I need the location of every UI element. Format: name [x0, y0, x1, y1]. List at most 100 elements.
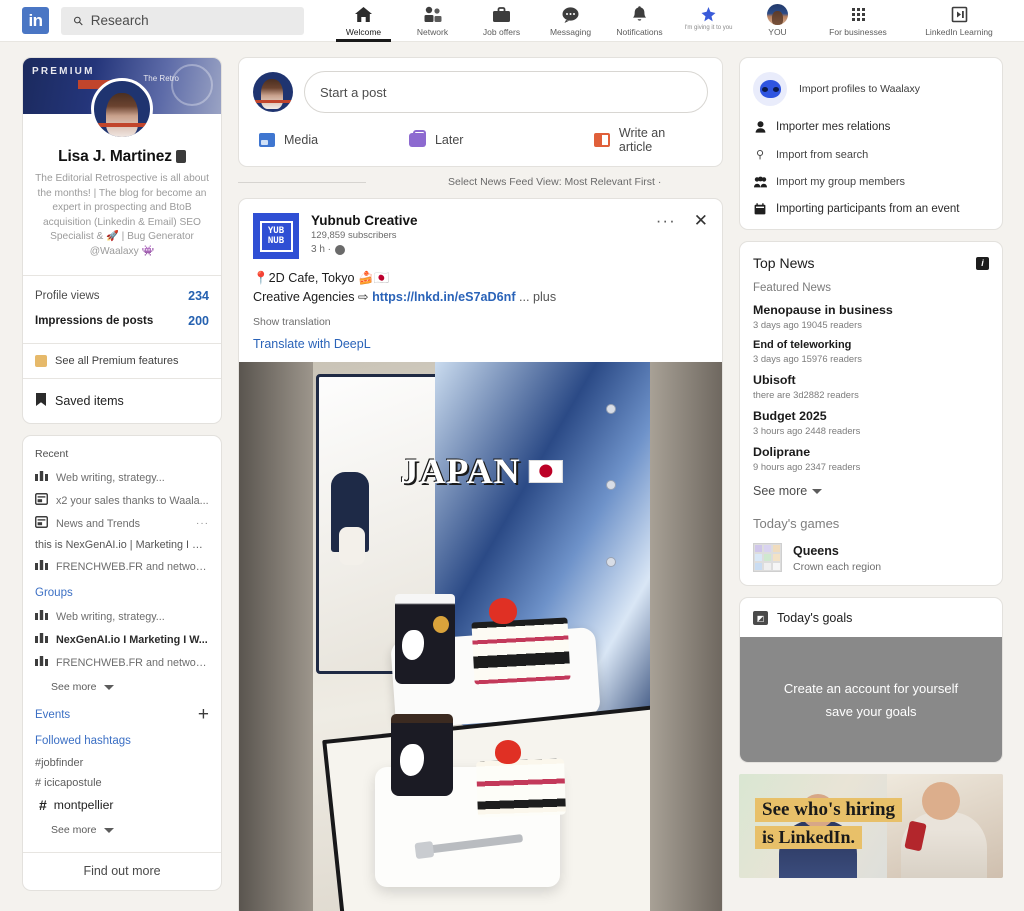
- nav-item-notifications[interactable]: Notifications: [605, 0, 674, 42]
- import-from-search-label: Import from search: [776, 148, 869, 161]
- saved-items-link[interactable]: Saved items: [23, 378, 221, 423]
- plus-icon[interactable]: +: [198, 705, 209, 724]
- post-text: 📍2D Cafe, Tokyo 🍰🇯🇵 Creative Agencies ⇨ …: [239, 259, 722, 307]
- hiring-ad-banner[interactable]: See who's hiring is LinkedIn.: [739, 774, 1003, 878]
- import-event-participants-button[interactable]: Importing participants from an event: [753, 203, 989, 215]
- media-button[interactable]: Media: [259, 126, 409, 154]
- translate-with-deepl-link[interactable]: Translate with DeepL: [239, 330, 722, 362]
- avatar: [767, 3, 788, 25]
- profile-avatar[interactable]: [91, 78, 153, 140]
- alien-icon: [753, 72, 787, 106]
- search-input[interactable]: ⚲ Research: [61, 6, 304, 35]
- recent-item[interactable]: FRENCHWEB.FR and network ...: [23, 555, 221, 578]
- nav-item-promo[interactable]: I'm giving it to you: [674, 0, 743, 42]
- nav-items: Welcome Network Job offers Messaging Not…: [329, 0, 1014, 42]
- post-author-logo[interactable]: YUB NUB: [253, 213, 299, 259]
- group-icon: [35, 655, 48, 670]
- image-content: JAPAN: [313, 362, 650, 911]
- premium-features-link[interactable]: See all Premium features: [23, 344, 221, 378]
- nav-item-network[interactable]: Network: [398, 0, 467, 42]
- cake-slice-2: [476, 758, 566, 818]
- top-news-see-more[interactable]: See more: [753, 484, 989, 498]
- group-icon: [753, 176, 767, 188]
- group-item[interactable]: Web writing, strategy...: [23, 605, 221, 628]
- import-from-search-button[interactable]: ⚲ Import from search: [753, 148, 989, 162]
- main-feed: Start a post Media Later Write an articl…: [238, 57, 723, 911]
- globe-icon: [335, 244, 346, 255]
- nav-label-job-offers: Job offers: [482, 26, 521, 37]
- see-more-label: See more: [51, 681, 97, 693]
- waalaxy-header: Import profiles to Waalaxy: [753, 72, 989, 106]
- recent-item-label: x2 your sales thanks to Waala...: [56, 494, 209, 507]
- recent-item[interactable]: News and Trends ···: [23, 512, 221, 535]
- post-text-prefix: Creative Agencies ⇨: [253, 290, 373, 304]
- nav-item-messaging[interactable]: Messaging: [536, 0, 605, 42]
- linkedin-logo[interactable]: in: [22, 7, 49, 34]
- right-sidebar: Import profiles to Waalaxy Importer mes …: [739, 57, 1003, 878]
- premium-icon: [35, 355, 47, 367]
- nav-item-job-offers[interactable]: Job offers: [467, 0, 536, 42]
- groups-title[interactable]: Groups: [23, 578, 221, 605]
- ellipsis-icon[interactable]: ···: [196, 518, 209, 529]
- group-icon: [35, 609, 48, 624]
- ellipsis-icon[interactable]: ···: [656, 212, 676, 229]
- recent-item[interactable]: x2 your sales thanks to Waala...: [23, 489, 221, 512]
- top-news-header: Top News i: [753, 255, 989, 271]
- feed-view-selector[interactable]: Select News Feed View: Most Relevant Fir…: [238, 176, 723, 188]
- post-link[interactable]: https://lnkd.in/eS7aD6nf: [372, 290, 515, 304]
- recent-item[interactable]: Web writing, strategy...: [23, 466, 221, 489]
- image-icon: [259, 133, 275, 147]
- post-text-line-1: 📍2D Cafe, Tokyo 🍰🇯🇵: [253, 271, 390, 285]
- group-icon: [35, 470, 48, 485]
- nav-item-you[interactable]: YOU: [743, 0, 812, 42]
- bell-icon: [631, 4, 648, 25]
- group-item[interactable]: NexGenAI.io I Marketing I W...: [23, 628, 221, 651]
- group-item[interactable]: FRENCHWEB.FR and network ...: [23, 651, 221, 674]
- hashtag-item[interactable]: # icicapostule: [23, 773, 221, 793]
- info-icon[interactable]: i: [976, 256, 989, 270]
- import-relations-label: Importer mes relations: [776, 121, 891, 133]
- calendar-icon: [753, 203, 767, 215]
- start-post-input[interactable]: Start a post: [304, 71, 708, 113]
- ad-line-2: is LinkedIn.: [755, 826, 863, 849]
- groups-see-more[interactable]: See more: [23, 674, 221, 702]
- events-row[interactable]: Events +: [23, 702, 221, 726]
- post-see-more[interactable]: ... plus: [516, 290, 556, 304]
- find-out-more-button[interactable]: Find out more: [23, 852, 221, 890]
- import-group-members-button[interactable]: Import my group members: [753, 176, 989, 188]
- news-item[interactable]: Ubisoft there are 3d2882 readers: [753, 373, 989, 400]
- game-queens[interactable]: Queens Crown each region: [753, 542, 989, 573]
- composer-top: Start a post: [253, 71, 708, 113]
- nav-item-linkedin-learning[interactable]: LinkedIn Learning: [904, 0, 1014, 42]
- write-article-button[interactable]: Write an article: [593, 126, 702, 154]
- events-title: Events: [35, 709, 71, 721]
- news-item[interactable]: Doliprane 9 hours ago 2347 readers: [753, 445, 989, 472]
- stat-post-impressions[interactable]: Impressions de posts 200: [35, 310, 209, 335]
- hashtag-item[interactable]: #jobfinder: [23, 753, 221, 773]
- post-text-line-2: Creative Agencies ⇨ https://lnkd.in/eS7a…: [253, 288, 708, 307]
- saved-items-label: Saved items: [55, 394, 124, 408]
- profile-name[interactable]: Lisa J. Martinez: [35, 148, 209, 166]
- post-author-name[interactable]: Yubnub Creative: [311, 213, 418, 228]
- hashtags-title[interactable]: Followed hashtags: [23, 726, 221, 753]
- news-item-title: End of teleworking: [753, 339, 852, 351]
- goals-body: Create an account for yourself save your…: [740, 637, 1002, 762]
- post-image[interactable]: JAPAN: [239, 362, 722, 911]
- hashtags-see-more[interactable]: See more: [23, 817, 221, 845]
- show-translation-link[interactable]: Show translation: [239, 307, 722, 330]
- hashtag-item-highlighted[interactable]: # montpellier: [23, 793, 221, 817]
- stat-profile-views[interactable]: Profile views 234: [35, 285, 209, 310]
- nav-item-for-businesses[interactable]: For businesses: [812, 0, 904, 42]
- later-button[interactable]: Later: [408, 126, 594, 154]
- nav-item-welcome[interactable]: Welcome: [329, 0, 398, 42]
- news-item[interactable]: Budget 2025 3 hours ago 2448 readers: [753, 409, 989, 436]
- coffee-cup-2: [391, 714, 453, 796]
- news-item[interactable]: Menopause in business 3 days ago 19045 r…: [753, 303, 989, 330]
- profile-card: PREMIUM The Retro Lisa J. Martinez The E…: [22, 57, 222, 424]
- close-icon[interactable]: ✕: [694, 212, 708, 229]
- composer-avatar[interactable]: [253, 72, 293, 112]
- recent-item[interactable]: this is NexGenAI.io | Marketing I W...: [23, 535, 221, 555]
- news-item[interactable]: End of teleworking 3 days ago 15976 read…: [753, 339, 989, 364]
- import-relations-button[interactable]: Importer mes relations: [753, 121, 989, 133]
- search-icon: ⚲: [70, 12, 87, 29]
